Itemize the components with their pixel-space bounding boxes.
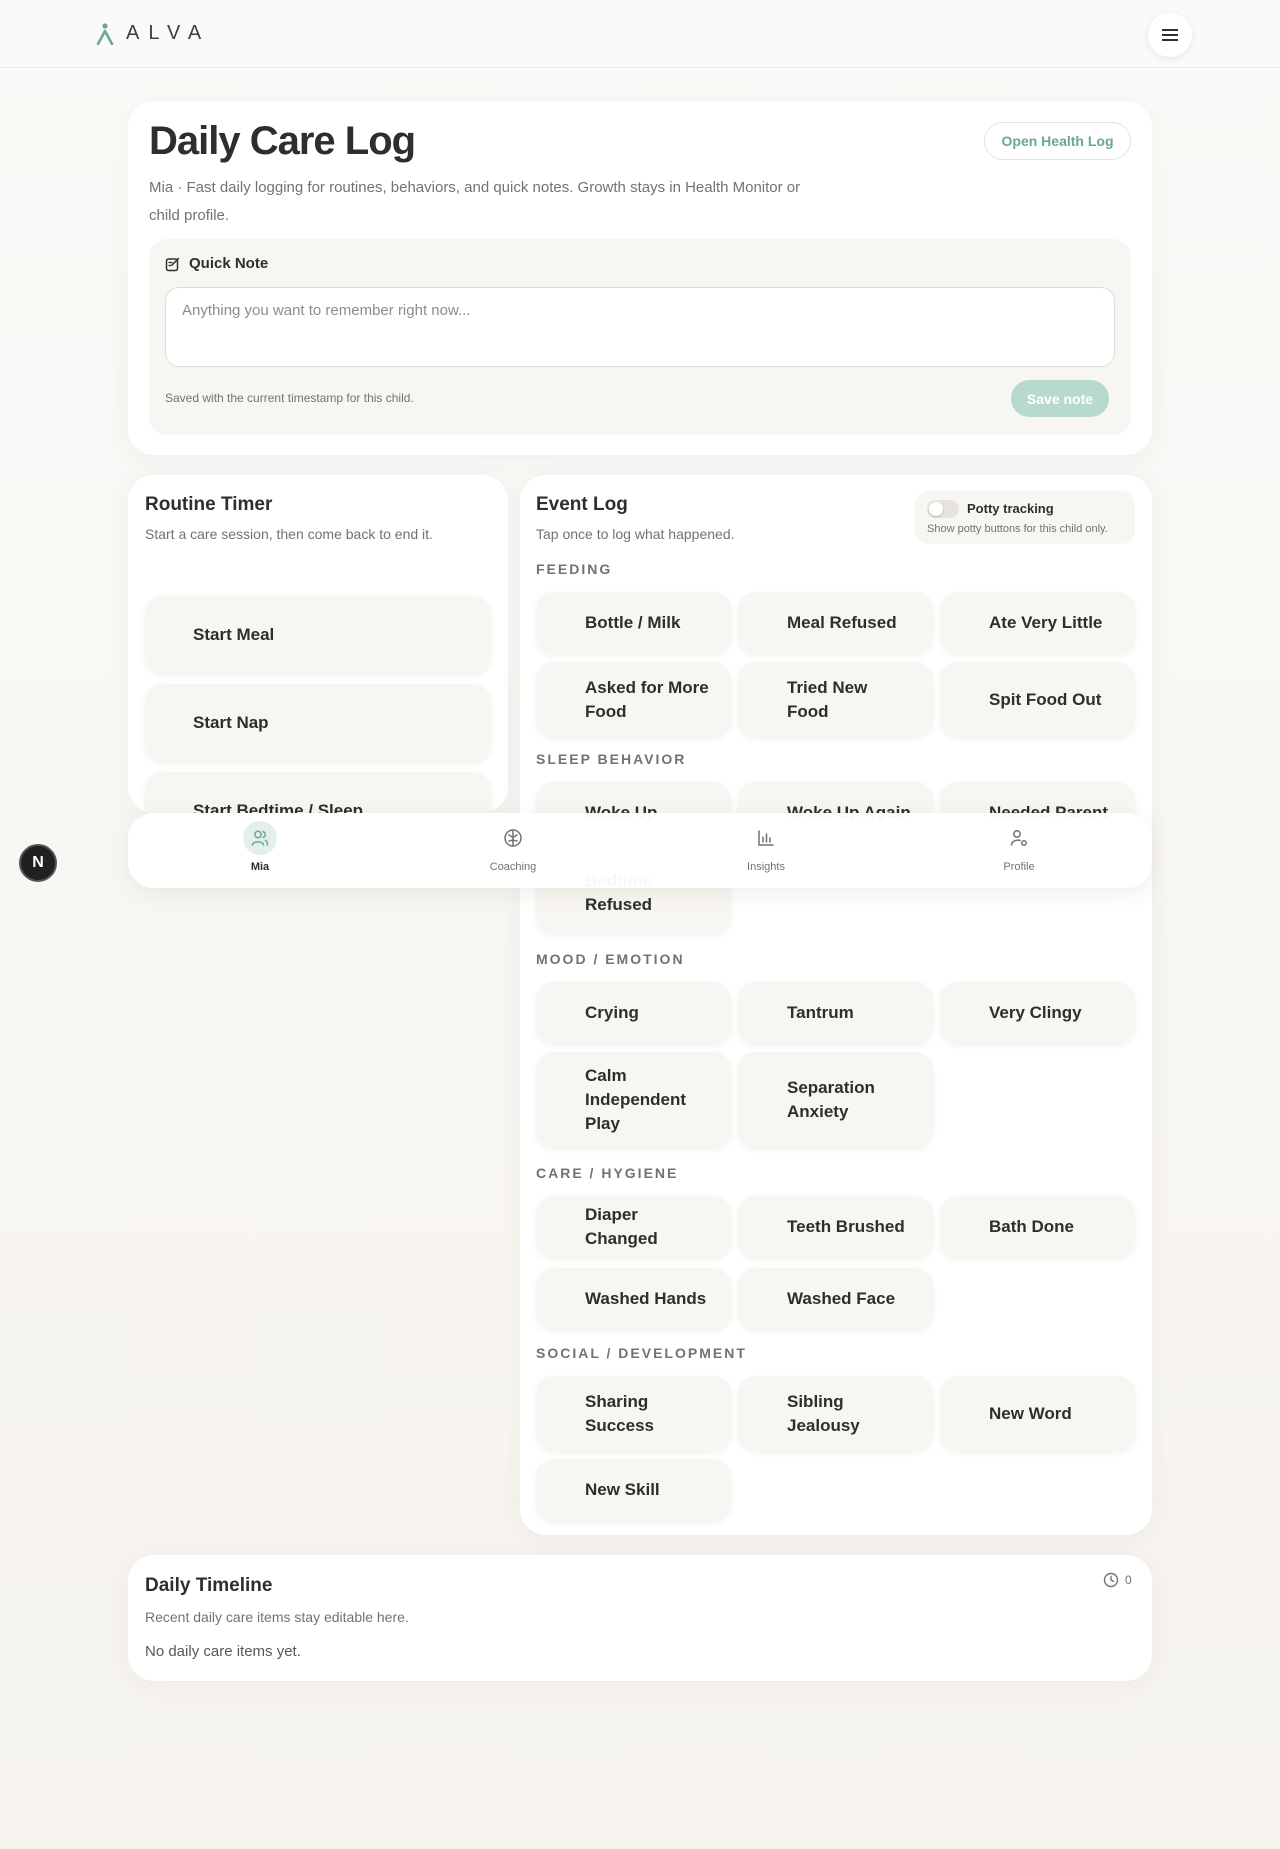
- event-button[interactable]: New Skill: [536, 1459, 731, 1521]
- bottom-nav: Mia Coaching Insights Profile: [128, 813, 1152, 888]
- start-bedtime-button[interactable]: Start Bedtime / Sleep: [145, 772, 491, 813]
- nav-item-coaching[interactable]: Coaching: [453, 827, 573, 873]
- category-mood-emotion: MOOD / EMOTION: [536, 951, 685, 967]
- user-settings-icon: [1002, 821, 1036, 855]
- start-nap-button[interactable]: Start Nap: [145, 684, 491, 762]
- timeline-subtitle: Recent daily care items stay editable he…: [145, 1609, 409, 1625]
- event-button[interactable]: Tried New Food: [738, 662, 933, 737]
- timeline-count: 0: [1103, 1572, 1132, 1588]
- event-button[interactable]: Washed Face: [738, 1268, 933, 1330]
- event-button[interactable]: Meal Refused: [738, 592, 933, 654]
- event-button[interactable]: Calm Independent Play: [536, 1052, 731, 1148]
- nav-label: Profile: [1003, 861, 1035, 873]
- routine-timer-card: Routine Timer Start a care session, then…: [128, 475, 508, 813]
- event-button[interactable]: Separation Anxiety: [738, 1052, 933, 1148]
- quick-note-header: Quick Note: [165, 255, 268, 272]
- event-button[interactable]: Bath Done: [940, 1196, 1135, 1258]
- event-button[interactable]: Sibling Jealousy: [738, 1376, 933, 1451]
- event-button[interactable]: Bottle / Milk: [536, 592, 731, 654]
- potty-tracking-panel: Potty tracking Show potty buttons for th…: [915, 491, 1135, 544]
- note-edit-icon: [165, 257, 180, 271]
- category-feeding: FEEDING: [536, 561, 613, 577]
- brain-icon: [496, 821, 530, 855]
- event-button[interactable]: Teeth Brushed: [738, 1196, 933, 1258]
- bar-chart-icon: [749, 821, 783, 855]
- event-button[interactable]: Ate Very Little: [940, 592, 1135, 654]
- nav-label: Coaching: [489, 861, 537, 873]
- top-bar: ALVA: [0, 0, 1280, 68]
- open-health-log-button[interactable]: Open Health Log: [984, 122, 1131, 160]
- clock-icon: [1103, 1572, 1119, 1588]
- quick-note-panel: Quick Note Saved with the current timest…: [149, 239, 1131, 435]
- event-button[interactable]: Sharing Success: [536, 1376, 731, 1451]
- event-log-subtitle: Tap once to log what happened.: [536, 526, 735, 542]
- event-button[interactable]: Very Clingy: [940, 982, 1135, 1044]
- event-button[interactable]: Diaper Changed: [536, 1196, 731, 1258]
- nav-item-profile[interactable]: Profile: [959, 827, 1079, 873]
- routine-timer-subtitle: Start a care session, then come back to …: [145, 526, 433, 542]
- save-note-button[interactable]: Save note: [1011, 380, 1109, 417]
- category-social-development: SOCIAL / DEVELOPMENT: [536, 1345, 747, 1361]
- event-button[interactable]: Tantrum: [738, 982, 933, 1044]
- menu-button[interactable]: [1148, 13, 1192, 57]
- quick-note-footer: Saved with the current timestamp for thi…: [165, 391, 414, 405]
- daily-timeline-card: Daily Timeline Recent daily care items s…: [128, 1555, 1152, 1681]
- brand-logo[interactable]: ALVA: [96, 22, 210, 45]
- daily-care-log-card: Daily Care Log Mia · Fast daily logging …: [128, 101, 1152, 455]
- nav-label: Mia: [250, 861, 270, 873]
- nav-label: Insights: [747, 861, 785, 873]
- event-button[interactable]: Washed Hands: [536, 1268, 731, 1330]
- potty-tracking-toggle[interactable]: [927, 500, 959, 518]
- quick-note-input[interactable]: [165, 287, 1115, 367]
- potty-tracking-label: Potty tracking: [967, 501, 1054, 516]
- event-button[interactable]: Spit Food Out: [940, 662, 1135, 737]
- timeline-empty-state: No daily care items yet.: [145, 1643, 301, 1660]
- page-title: Daily Care Log: [149, 119, 416, 163]
- nav-item-insights[interactable]: Insights: [706, 827, 826, 873]
- brand-name: ALVA: [126, 22, 211, 44]
- dev-tools-badge[interactable]: N: [19, 844, 57, 882]
- event-log-card: Event Log Tap once to log what happened.…: [520, 475, 1152, 1535]
- page-subtitle: Mia · Fast daily logging for routines, b…: [149, 179, 801, 224]
- hamburger-icon: [1162, 34, 1178, 36]
- quick-note-label: Quick Note: [189, 255, 269, 272]
- event-button[interactable]: Asked for More Food: [536, 662, 731, 737]
- event-log-title: Event Log: [536, 494, 628, 515]
- logo-figure-icon: [96, 22, 114, 45]
- potty-tracking-sub: Show potty buttons for this child only.: [927, 523, 1108, 535]
- category-care-hygiene: CARE / HYGIENE: [536, 1165, 679, 1181]
- timeline-count-value: 0: [1125, 1573, 1132, 1587]
- start-meal-button[interactable]: Start Meal: [145, 596, 491, 674]
- event-button[interactable]: New Word: [940, 1376, 1135, 1451]
- timeline-title: Daily Timeline: [145, 1575, 273, 1596]
- routine-timer-title: Routine Timer: [145, 494, 273, 515]
- category-sleep-behavior: SLEEP BEHAVIOR: [536, 751, 687, 767]
- event-button[interactable]: Crying: [536, 982, 731, 1044]
- users-icon: [243, 821, 277, 855]
- nav-item-mia[interactable]: Mia: [200, 821, 320, 873]
